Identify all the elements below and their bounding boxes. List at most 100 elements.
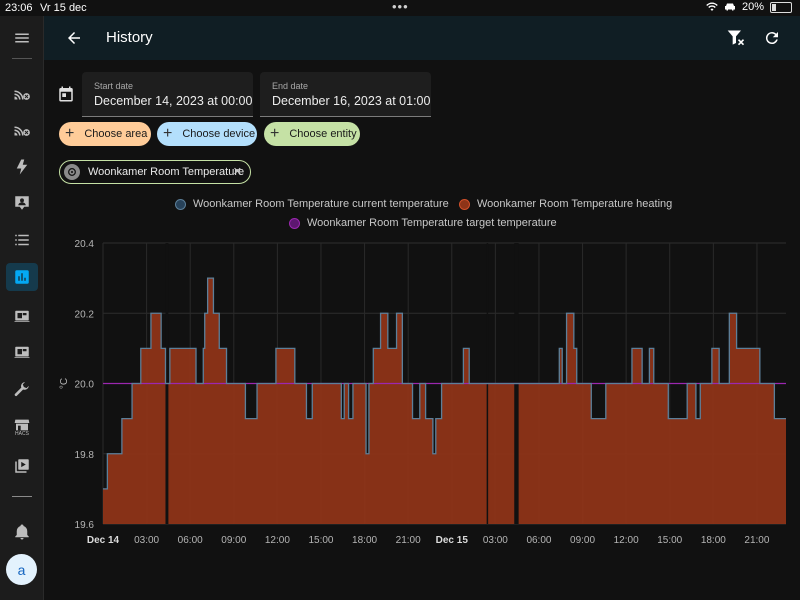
end-date-field[interactable]: End date December 16, 2023 at 01:00 xyxy=(260,72,431,117)
x-tick-label: 15:00 xyxy=(308,535,333,546)
x-tick-label: 18:00 xyxy=(352,535,377,546)
filter-remove-icon xyxy=(727,30,745,46)
cast-off-icon xyxy=(14,90,30,100)
choose-area-label: Choose area xyxy=(84,128,148,140)
x-tick-label: 03:00 xyxy=(483,535,508,546)
legend-dot xyxy=(459,198,470,210)
x-tick-label: 18:00 xyxy=(701,535,726,546)
wifi-icon xyxy=(706,2,718,11)
y-tick-label: 20.4 xyxy=(75,239,95,250)
start-date-label: Start date xyxy=(94,81,134,91)
legend-dot xyxy=(175,198,186,210)
x-tick-label: Dec 14 xyxy=(87,535,120,546)
heating-off-gap xyxy=(514,243,519,524)
legend-dot xyxy=(289,217,300,229)
x-tick-label: 06:00 xyxy=(526,535,551,546)
start-date-field[interactable]: Start date December 14, 2023 at 00:00 xyxy=(82,72,253,117)
sidebar-item-hacs[interactable]: HACS xyxy=(6,414,38,442)
legend-current-temperature[interactable]: Woonkamer Room Temperature current tempe… xyxy=(175,198,449,210)
x-tick-label: 03:00 xyxy=(134,535,159,546)
sidebar-item-cast-off[interactable] xyxy=(6,78,38,106)
wrench-icon xyxy=(14,382,29,397)
x-tick-label: 12:00 xyxy=(265,535,290,546)
y-axis-label: °C xyxy=(59,378,70,389)
back-button[interactable] xyxy=(62,26,86,50)
multitask-dots-icon[interactable]: ••• xyxy=(392,0,409,14)
status-date: Vr 15 dec xyxy=(40,2,87,14)
legend-label: Woonkamer Room Temperature heating xyxy=(477,198,673,210)
y-tick-label: 20.0 xyxy=(75,380,95,391)
chart-box-icon xyxy=(15,270,29,284)
end-date-value: December 16, 2023 at 01:00 xyxy=(272,94,431,108)
status-indicators: 20% xyxy=(706,1,792,13)
selected-entity-label: Woonkamer Room Temperature xyxy=(88,166,245,178)
page-title: History xyxy=(106,29,153,46)
x-tick-label: 09:00 xyxy=(221,535,246,546)
battery-percentage: 20% xyxy=(741,1,764,13)
calendar-icon[interactable] xyxy=(57,85,75,103)
sidebar-item-energy[interactable] xyxy=(6,153,38,181)
sidebar-item-notifications[interactable] xyxy=(6,518,38,546)
x-tick-label: 15:00 xyxy=(657,535,682,546)
choose-device-chip[interactable]: + Choose device xyxy=(157,122,257,146)
sidebar-item-developer-tools[interactable] xyxy=(6,376,38,404)
choose-area-chip[interactable]: + Choose area xyxy=(59,122,151,146)
start-date-value: December 14, 2023 at 00:00 xyxy=(94,94,253,108)
choose-entity-chip[interactable]: + Choose entity xyxy=(264,122,360,146)
heating-area xyxy=(103,278,786,524)
lightning-bolt-icon xyxy=(16,159,28,175)
avatar[interactable]: a xyxy=(6,554,37,585)
legend-target-temperature[interactable]: Woonkamer Room Temperature target temper… xyxy=(289,217,557,229)
sidebar: HACS a xyxy=(0,16,44,600)
hacs-store-icon xyxy=(14,419,30,431)
x-tick-label: 21:00 xyxy=(744,535,769,546)
thermostat-icon xyxy=(64,164,80,180)
x-tick-label: 12:00 xyxy=(614,535,639,546)
status-bar: 23:06 Vr 15 dec ••• 20% xyxy=(0,0,800,16)
end-date-label: End date xyxy=(272,81,309,91)
heating-off-gap xyxy=(165,243,169,524)
clear-filters-button[interactable] xyxy=(724,26,748,50)
selected-entity-chip[interactable]: Woonkamer Room Temperature ✕ xyxy=(59,160,251,184)
bell-icon xyxy=(15,524,29,540)
y-tick-label: 19.6 xyxy=(75,520,95,531)
sidebar-item-dashboard[interactable] xyxy=(6,302,38,330)
status-time: 23:06 xyxy=(5,2,33,14)
y-tick-label: 19.8 xyxy=(75,450,95,461)
hacs-label: HACS xyxy=(15,431,29,437)
arrow-left-icon xyxy=(68,32,80,44)
choose-device-label: Choose device xyxy=(182,128,256,140)
legend-label: Woonkamer Room Temperature current tempe… xyxy=(193,198,449,210)
x-tick-label: 21:00 xyxy=(396,535,421,546)
sidebar-item-people[interactable] xyxy=(6,189,38,217)
sidebar-item-media[interactable] xyxy=(6,452,38,480)
monitor-dashboard-icon xyxy=(14,310,30,322)
x-tick-label: Dec 15 xyxy=(436,535,469,546)
monitor-dashboard-icon xyxy=(14,346,30,358)
menu-icon[interactable] xyxy=(6,24,38,52)
plus-icon: + xyxy=(65,125,75,142)
plus-icon: + xyxy=(163,125,173,142)
car-icon xyxy=(724,3,735,11)
legend-heating[interactable]: Woonkamer Room Temperature heating xyxy=(459,198,672,210)
current-temperature-line xyxy=(103,277,786,490)
x-tick-label: 09:00 xyxy=(570,535,595,546)
play-box-icon xyxy=(15,459,29,473)
sidebar-item-history[interactable] xyxy=(6,263,38,291)
sidebar-item-cast-off-2[interactable] xyxy=(6,114,38,142)
refresh-icon xyxy=(765,32,778,45)
remove-entity-icon[interactable]: ✕ xyxy=(233,165,242,178)
account-box-icon xyxy=(15,196,29,210)
refresh-button[interactable] xyxy=(760,26,784,50)
cast-off-icon xyxy=(14,126,30,136)
avatar-letter: a xyxy=(17,561,26,578)
sidebar-item-logbook[interactable] xyxy=(6,226,38,254)
legend-label: Woonkamer Room Temperature target temper… xyxy=(307,217,557,229)
x-tick-label: 06:00 xyxy=(178,535,203,546)
top-app-bar: History xyxy=(44,16,800,60)
y-tick-label: 20.2 xyxy=(75,309,95,320)
format-list-icon xyxy=(15,234,29,246)
heating-off-gap xyxy=(486,243,489,524)
sidebar-item-dashboard-2[interactable] xyxy=(6,338,38,366)
choose-entity-label: Choose entity xyxy=(289,128,357,140)
